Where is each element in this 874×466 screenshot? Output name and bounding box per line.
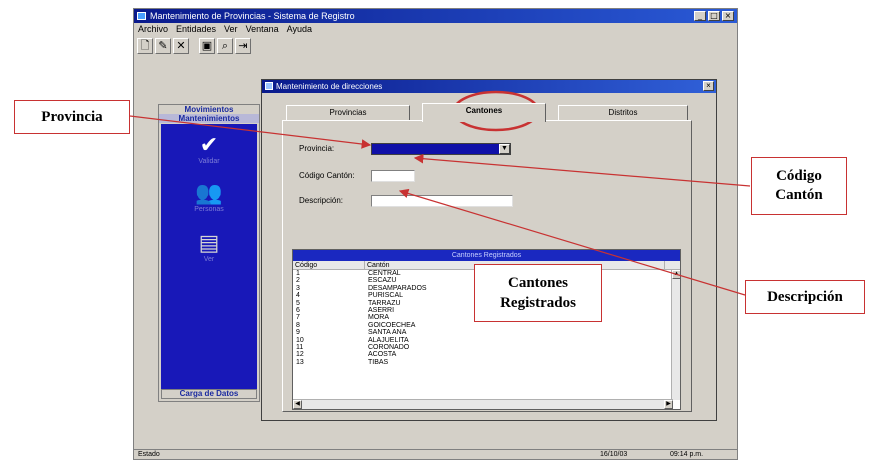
callout-cantones-text: Cantones Registrados <box>500 275 576 311</box>
cell-codigo: 6 <box>296 306 300 314</box>
menu-archivo[interactable]: Archivo <box>138 23 168 36</box>
app-title: Mantenimiento de Provincias - Sistema de… <box>150 11 355 21</box>
cell-codigo: 4 <box>296 292 300 300</box>
menu-ventana[interactable]: Ventana <box>246 23 279 36</box>
callout-provincia: Provincia <box>14 100 130 134</box>
sidebar-header-movimientos[interactable]: Movimientos <box>159 105 259 114</box>
sidebar-item-validar[interactable]: ✔ Validar <box>161 134 257 166</box>
scroll-left-icon[interactable]: ◀ <box>293 400 302 409</box>
horizontal-scrollbar[interactable]: ◀ ▶ <box>293 399 673 409</box>
callout-descripcion: Descripción <box>745 280 865 314</box>
callout-codigo: Código Cantón <box>751 157 847 215</box>
codigo-canton-label: Código Cantón: <box>299 171 355 180</box>
cell-codigo: 3 <box>296 284 300 292</box>
dialog-titlebar: Mantenimiento de direcciones × <box>262 80 716 93</box>
people-icon: 👥 <box>195 181 223 206</box>
status-time: 09:14 p.m. <box>670 451 704 458</box>
status-date: 16/10/03 <box>600 451 628 458</box>
descripcion-label: Descripción: <box>299 196 344 205</box>
grid-caption: Cantones Registrados <box>293 250 680 261</box>
cell-codigo: 8 <box>296 321 300 329</box>
status-text: Estado <box>138 451 160 458</box>
table-row[interactable]: 12 ACOSTA <box>293 351 680 358</box>
find-icon[interactable]: ⌕ <box>217 38 233 54</box>
tab-row: Provincias Cantones Distritos <box>282 103 692 122</box>
document-icon: ▤ <box>198 231 220 256</box>
provincia-select-value <box>372 152 375 159</box>
menu-ayuda[interactable]: Ayuda <box>287 23 312 36</box>
exit-icon[interactable]: ⇥ <box>235 38 251 54</box>
dialog-close-button[interactable]: × <box>703 81 714 91</box>
table-row[interactable]: 11 CORONADO <box>293 344 680 351</box>
close-button[interactable]: × <box>722 11 734 21</box>
sidebar-item-ver[interactable]: ▤ Ver <box>161 232 257 264</box>
cell-codigo: 7 <box>296 314 300 322</box>
status-bar: Estado 16/10/03 09:14 p.m. <box>134 449 737 459</box>
application-window: Mantenimiento de Provincias - Sistema de… <box>133 8 738 460</box>
table-row[interactable]: 10 ALAJUELITA <box>293 337 680 344</box>
cell-canton: CORONADO <box>368 343 410 351</box>
cell-codigo: 12 <box>296 351 304 359</box>
minimize-button[interactable]: _ <box>694 11 706 21</box>
menu-entidades[interactable]: Entidades <box>176 23 216 36</box>
toolbar: 🗋 ✎ ✕ ▣ ⌕ ⇥ <box>137 38 251 58</box>
dialog-icon <box>265 82 273 90</box>
chevron-down-icon[interactable]: ▼ <box>499 144 510 154</box>
checkmark-icon: ✔ <box>199 133 219 158</box>
sidebar-footer-carga[interactable]: Carga de Datos <box>161 389 257 399</box>
callout-cantones: Cantones Registrados <box>474 264 602 322</box>
descripcion-input[interactable] <box>371 195 513 207</box>
tab-distritos[interactable]: Distritos <box>558 105 688 121</box>
open-icon[interactable]: ✎ <box>155 38 171 54</box>
dialog-title: Mantenimiento de direcciones <box>276 82 383 91</box>
delete-icon[interactable]: ✕ <box>173 38 189 54</box>
cell-codigo: 2 <box>296 277 300 285</box>
sidebar-item-label: Ver <box>203 256 215 263</box>
vertical-scrollbar[interactable]: ▲ <box>671 270 680 400</box>
cell-canton: SANTA ANA <box>368 329 407 337</box>
table-row[interactable]: 8 GOICOECHEA <box>293 322 680 329</box>
tab-cantones[interactable]: Cantones <box>422 103 546 122</box>
toolbar-separator <box>191 38 197 58</box>
cell-canton: ALAJUELITA <box>368 336 409 344</box>
menubar: Archivo Entidades Ver Ventana Ayuda <box>134 23 737 36</box>
codigo-canton-input[interactable] <box>371 170 415 182</box>
new-icon[interactable]: 🗋 <box>137 38 153 54</box>
cell-codigo: 5 <box>296 299 300 307</box>
scroll-right-icon[interactable]: ▶ <box>664 400 673 409</box>
sidebar: Movimientos Mantenimientos ✔ Validar 👥 P… <box>158 104 260 402</box>
cell-canton: GOICOECHEA <box>368 321 416 329</box>
callout-descripcion-text: Descripción <box>767 288 843 305</box>
provincia-label: Provincia: <box>299 144 335 153</box>
cell-codigo: 10 <box>296 336 304 344</box>
sidebar-item-personas[interactable]: 👥 Personas <box>161 182 257 214</box>
cell-codigo: 11 <box>296 343 304 351</box>
table-row[interactable]: 9 SANTA ANA <box>293 329 680 336</box>
callout-provincia-text: Provincia <box>41 108 103 125</box>
cell-canton: ACOSTA <box>368 351 397 359</box>
cell-codigo: 13 <box>296 358 304 366</box>
cell-canton: TIBAS <box>368 358 389 366</box>
app-icon <box>137 12 146 20</box>
scroll-up-icon[interactable]: ▲ <box>672 270 680 279</box>
table-row[interactable]: 13 TIBAS <box>293 359 680 366</box>
column-header-codigo[interactable]: Código <box>293 261 365 269</box>
cell-codigo: 1 <box>296 270 300 277</box>
tab-provincias[interactable]: Provincias <box>286 105 410 121</box>
app-titlebar: Mantenimiento de Provincias - Sistema de… <box>134 9 737 23</box>
callout-codigo-text: Código Cantón <box>775 168 823 203</box>
window-controls: _ □ × <box>694 11 734 21</box>
provincia-select[interactable]: ▼ <box>371 143 511 155</box>
sidebar-item-label: Personas <box>194 206 224 213</box>
maintenance-dialog: Mantenimiento de direcciones × Provincia… <box>261 79 717 421</box>
sidebar-header-mantenimientos[interactable]: Mantenimientos <box>159 114 259 123</box>
cell-codigo: 9 <box>296 329 300 337</box>
sidebar-item-label: Validar <box>198 158 220 165</box>
sidebar-panel: ✔ Validar 👥 Personas ▤ Ver <box>161 124 257 389</box>
save-icon[interactable]: ▣ <box>199 38 215 54</box>
maximize-button[interactable]: □ <box>708 11 720 21</box>
menu-ver[interactable]: Ver <box>224 23 238 36</box>
